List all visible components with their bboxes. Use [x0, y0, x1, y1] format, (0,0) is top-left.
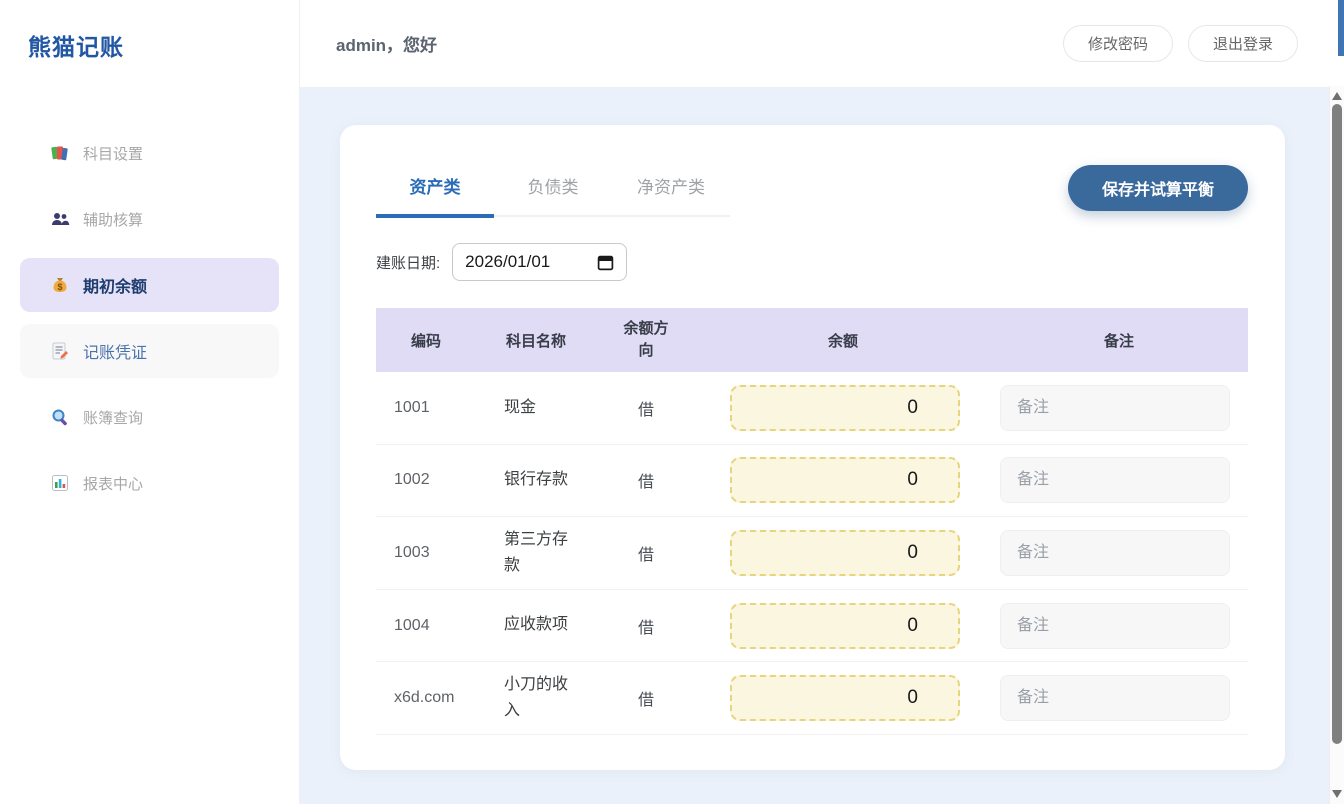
sidebar-item-label: 记账凭证: [83, 339, 147, 363]
remark-cell: [990, 530, 1248, 576]
account-code: 1002: [376, 471, 476, 489]
scroll-down-arrow-icon[interactable]: [1332, 790, 1342, 798]
sidebar: 熊猫记账 科目设置 辅助核算: [0, 0, 300, 804]
date-input[interactable]: 2026/01/01: [452, 243, 627, 281]
sidebar-item-subject-settings[interactable]: 科目设置: [20, 126, 279, 180]
remark-input[interactable]: [1000, 457, 1230, 503]
account-code: 1001: [376, 399, 476, 417]
table-header-row: 编码 科目名称 余额方向 余额 备注: [376, 308, 1248, 372]
account-code: 1003: [376, 544, 476, 562]
topbar-actions: 修改密码 退出登录: [1063, 25, 1298, 62]
balance-direction: 借: [596, 686, 696, 710]
scrollbar-thumb[interactable]: [1332, 104, 1342, 744]
table-row: 1003 第三方存款 借: [376, 517, 1248, 590]
sidebar-item-auxiliary-accounting[interactable]: 辅助核算: [20, 192, 279, 246]
window-edge-accent: [1338, 0, 1344, 56]
remark-cell: [990, 603, 1248, 649]
vertical-scrollbar[interactable]: [1329, 86, 1344, 804]
memo-icon: [50, 341, 70, 361]
sidebar-item-label: 期初余额: [83, 273, 147, 297]
account-name: 应收款项: [476, 612, 596, 638]
sidebar-item-report-center[interactable]: 报表中心: [20, 456, 279, 510]
initial-balance-card: 资产类 负债类 净资产类 保存并试算平衡 建账日期: 2026/01/01 编码…: [340, 125, 1285, 770]
balance-cell: [696, 530, 990, 576]
tab-row: 资产类 负债类 净资产类 保存并试算平衡: [376, 161, 1248, 217]
remark-input[interactable]: [1000, 603, 1230, 649]
books-icon: [50, 143, 70, 163]
balance-direction: 借: [596, 614, 696, 638]
balance-input[interactable]: [730, 457, 960, 503]
column-header-name: 科目名称: [476, 330, 596, 351]
table-row: 1001 现金 借: [376, 372, 1248, 445]
balance-input[interactable]: [730, 675, 960, 721]
column-header-direction: 余额方向: [596, 318, 696, 363]
column-header-remark: 备注: [990, 330, 1248, 351]
table-row: x6d.com 小刀的收入 借: [376, 662, 1248, 735]
svg-text:$: $: [57, 282, 62, 292]
date-row: 建账日期: 2026/01/01: [376, 243, 1248, 281]
remark-input[interactable]: [1000, 530, 1230, 576]
search-icon: [50, 407, 70, 427]
balance-cell: [696, 385, 990, 431]
date-label: 建账日期:: [376, 252, 440, 273]
account-code: 1004: [376, 617, 476, 635]
account-code: x6d.com: [376, 689, 476, 707]
remark-cell: [990, 457, 1248, 503]
tab-net-assets[interactable]: 净资产类: [612, 161, 730, 218]
sidebar-menu: 科目设置 辅助核算 $ 期初余额: [0, 126, 299, 510]
topbar: admin，您好 修改密码 退出登录: [300, 0, 1344, 88]
remark-cell: [990, 675, 1248, 721]
user-greeting: admin，您好: [336, 31, 437, 56]
balance-cell: [696, 603, 990, 649]
sidebar-item-initial-balance[interactable]: $ 期初余额: [20, 258, 279, 312]
sidebar-item-label: 账簿查询: [83, 407, 143, 428]
category-tabs: 资产类 负债类 净资产类: [376, 161, 730, 217]
save-trial-balance-button[interactable]: 保存并试算平衡: [1068, 165, 1248, 211]
chart-icon: [50, 473, 70, 493]
account-name: 第三方存款: [476, 527, 596, 580]
tab-liabilities[interactable]: 负债类: [494, 161, 612, 218]
balance-direction: 借: [596, 396, 696, 420]
table-row: 1002 银行存款 借: [376, 445, 1248, 518]
sidebar-item-vouchers[interactable]: 记账凭证: [20, 324, 279, 378]
balance-input[interactable]: [730, 530, 960, 576]
calendar-icon[interactable]: [597, 254, 614, 271]
sidebar-item-label: 科目设置: [83, 143, 143, 164]
balance-input[interactable]: [730, 603, 960, 649]
account-name: 现金: [476, 395, 596, 421]
balance-cell: [696, 675, 990, 721]
account-name: 小刀的收入: [476, 672, 596, 725]
tab-assets[interactable]: 资产类: [376, 161, 494, 218]
balance-cell: [696, 457, 990, 503]
change-password-button[interactable]: 修改密码: [1063, 25, 1173, 62]
remark-input[interactable]: [1000, 675, 1230, 721]
account-name: 银行存款: [476, 467, 596, 493]
date-value: 2026/01/01: [465, 252, 550, 272]
balance-input[interactable]: [730, 385, 960, 431]
sidebar-item-label: 报表中心: [83, 473, 143, 494]
app-title: 熊猫记账: [28, 28, 299, 62]
sidebar-item-label: 辅助核算: [83, 209, 143, 230]
balance-direction: 借: [596, 541, 696, 565]
remark-input[interactable]: [1000, 385, 1230, 431]
sidebar-item-ledger-query[interactable]: 账簿查询: [20, 390, 279, 444]
logout-button[interactable]: 退出登录: [1188, 25, 1298, 62]
balance-direction: 借: [596, 468, 696, 492]
remark-cell: [990, 385, 1248, 431]
main-content: 资产类 负债类 净资产类 保存并试算平衡 建账日期: 2026/01/01 编码…: [300, 88, 1344, 804]
table-row: 1004 应收款项 借: [376, 590, 1248, 663]
scroll-up-arrow-icon[interactable]: [1332, 92, 1342, 100]
column-header-code: 编码: [376, 330, 476, 351]
column-header-balance: 余额: [696, 330, 990, 351]
moneybag-icon: $: [50, 275, 70, 295]
users-icon: [50, 209, 70, 229]
